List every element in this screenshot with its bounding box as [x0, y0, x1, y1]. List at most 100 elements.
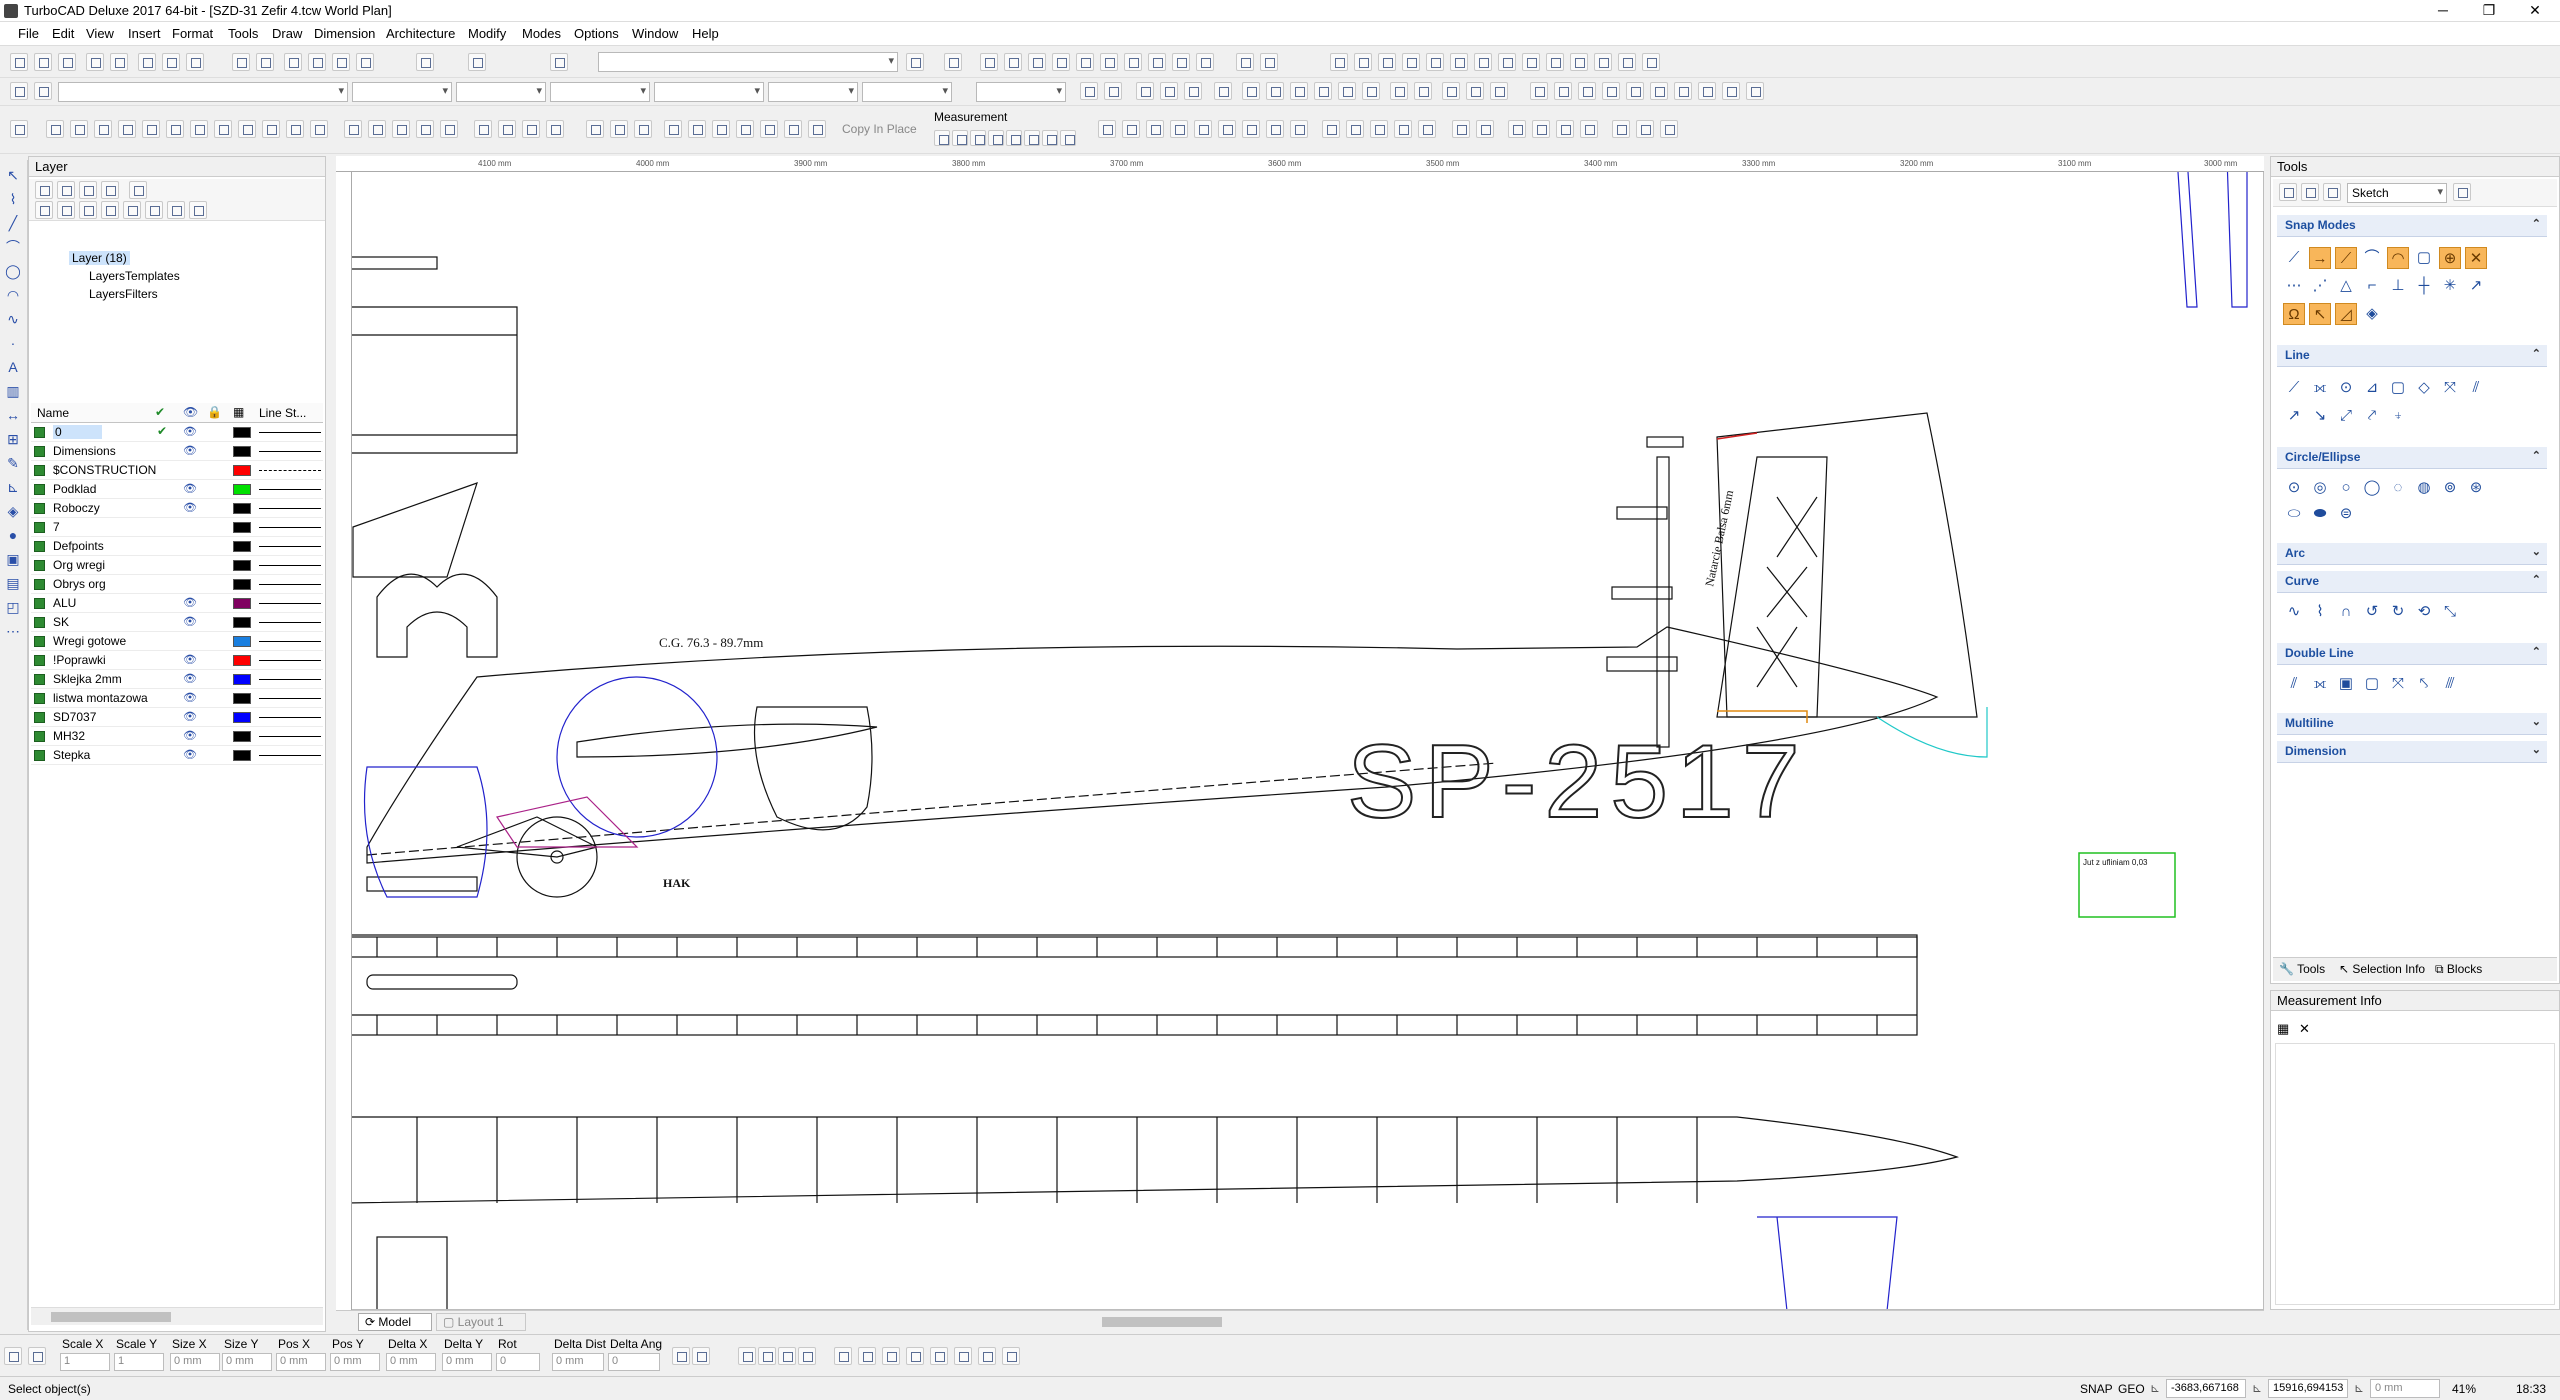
- measure-mass-icon[interactable]: [1042, 130, 1058, 146]
- layer-color-swatch[interactable]: [233, 655, 251, 666]
- layer-line-style[interactable]: [259, 736, 321, 737]
- tools-edit-icon[interactable]: [2301, 183, 2319, 201]
- visible-eye-icon[interactable]: 👁: [183, 710, 197, 723]
- snap-tangent-icon[interactable]: [1076, 53, 1094, 71]
- loft-icon[interactable]: [262, 120, 280, 138]
- circle-tan3-icon[interactable]: ⊚: [2439, 477, 2461, 499]
- ungroup-icon[interactable]: [1594, 53, 1612, 71]
- snap-quadrant-tool-icon[interactable]: ◠: [2387, 247, 2409, 269]
- snap-nearest-tool-icon[interactable]: ⋰: [2309, 275, 2331, 297]
- save-icon[interactable]: [58, 53, 76, 71]
- layer-color-set-icon[interactable]: [189, 201, 207, 219]
- layer-name[interactable]: $CONSTRUCTION: [53, 463, 156, 477]
- delta-x-field[interactable]: 0 mm: [386, 1353, 436, 1371]
- layer-color-swatch[interactable]: [233, 712, 251, 723]
- snap-free-icon[interactable]: [1196, 53, 1214, 71]
- pencil-icon[interactable]: [1390, 82, 1408, 100]
- insert-tool-icon[interactable]: ⊞: [4, 430, 22, 448]
- palette-tool-icon[interactable]: ▣: [4, 550, 22, 568]
- tree-layers-templates[interactable]: LayersTemplates: [89, 269, 180, 283]
- menu-tools[interactable]: Tools: [228, 26, 258, 41]
- new-layer-icon[interactable]: [35, 181, 53, 199]
- box-icon[interactable]: [46, 120, 64, 138]
- stack2-icon[interactable]: [1338, 82, 1356, 100]
- ellipse-rotated-icon[interactable]: ⬬: [2309, 503, 2331, 525]
- close-button[interactable]: ✕: [2512, 0, 2558, 22]
- line-multi-icon[interactable]: ⤤: [2361, 405, 2383, 427]
- layer-row[interactable]: ALU 👁: [31, 594, 323, 613]
- view-iso2-icon[interactable]: [1674, 82, 1692, 100]
- layer-color-swatch[interactable]: [233, 503, 251, 514]
- double-line-angle-icon[interactable]: ⤧: [2387, 673, 2409, 695]
- line-vert-icon[interactable]: ⍖: [2387, 405, 2409, 427]
- layer-line-style[interactable]: [259, 527, 321, 528]
- layer-name[interactable]: Defpoints: [53, 539, 104, 553]
- line-scale-combo[interactable]: [976, 82, 1066, 102]
- pos-y-field[interactable]: 0 mm: [330, 1353, 380, 1371]
- snap-star-tool-icon[interactable]: ✳: [2439, 275, 2461, 297]
- material-icon[interactable]: [474, 120, 492, 138]
- snap-center-tool-icon[interactable]: ⟋: [2335, 247, 2357, 269]
- layer-name[interactable]: SD7037: [53, 710, 96, 724]
- pattern-combo[interactable]: [768, 82, 858, 102]
- line-connected-icon[interactable]: ⟗: [2309, 377, 2331, 399]
- layer-name[interactable]: Roboczy: [53, 501, 100, 515]
- grid-array-icon[interactable]: [664, 120, 682, 138]
- ortho-icon[interactable]: [1160, 82, 1178, 100]
- scale-y-field[interactable]: 1: [114, 1353, 164, 1371]
- snap-middle-tool-icon[interactable]: →: [2309, 247, 2331, 269]
- layer-set-current-icon[interactable]: [79, 201, 97, 219]
- snap-arc-tool-icon[interactable]: ⌐: [2361, 275, 2383, 297]
- section-line[interactable]: Line ⌃: [2277, 345, 2547, 367]
- slash-icon[interactable]: [1242, 120, 1260, 138]
- view-top-icon[interactable]: [1530, 82, 1548, 100]
- delta-y-field[interactable]: 0 mm: [442, 1353, 492, 1371]
- arc2-icon[interactable]: [1346, 120, 1364, 138]
- double-line-icon[interactable]: ⫽: [2283, 673, 2305, 695]
- stack3-icon[interactable]: [1362, 82, 1380, 100]
- inspector-stretch-icon[interactable]: [978, 1347, 996, 1365]
- properties-icon[interactable]: [550, 53, 568, 71]
- layer-row[interactable]: $CONSTRUCTION: [31, 461, 323, 480]
- measure-radius-icon[interactable]: [1006, 130, 1022, 146]
- grid-array7-icon[interactable]: [808, 120, 826, 138]
- menu-view[interactable]: View: [86, 26, 114, 41]
- inspector-ortho-icon[interactable]: [738, 1347, 756, 1365]
- menu-format[interactable]: Format: [172, 26, 213, 41]
- curve-spline-icon[interactable]: ∿: [2283, 601, 2305, 623]
- circle-center-icon[interactable]: ⊙: [2283, 477, 2305, 499]
- circle-tool-icon[interactable]: ◯: [4, 262, 22, 280]
- view-bottom-icon[interactable]: [1746, 82, 1764, 100]
- inspector-rotate-icon[interactable]: [930, 1347, 948, 1365]
- drawing-svg[interactable]: SP-2517 C.G. 76.3 - 89.7mm HAK Natarcie …: [337, 157, 2264, 1310]
- snap-angle-tool-icon[interactable]: △: [2335, 275, 2357, 297]
- dimension-tool-icon[interactable]: ↔: [4, 406, 22, 424]
- sweep-icon[interactable]: [238, 120, 256, 138]
- surface-icon[interactable]: [344, 120, 362, 138]
- grid-array3-icon[interactable]: [712, 120, 730, 138]
- zoom-in-icon[interactable]: [284, 53, 302, 71]
- text-tool-icon[interactable]: A: [4, 358, 22, 376]
- view-iso-icon[interactable]: [1650, 82, 1668, 100]
- x-coordinate-field[interactable]: -3683,667168: [2166, 1379, 2246, 1398]
- section-double-line[interactable]: Double Line ⌃: [2277, 643, 2547, 665]
- layer-name[interactable]: Wregi gotowe: [53, 634, 126, 648]
- line-single-icon[interactable]: ⟋: [2283, 377, 2305, 399]
- camera-icon[interactable]: [522, 120, 540, 138]
- arc-icon[interactable]: [1322, 120, 1340, 138]
- light-icon[interactable]: [498, 120, 516, 138]
- tab-selection-info[interactable]: ↖ Selection Info: [2339, 962, 2425, 976]
- measure-volume-icon[interactable]: [1060, 130, 1076, 146]
- menu-help[interactable]: Help: [692, 26, 719, 41]
- scale-x-field[interactable]: 1: [60, 1353, 110, 1371]
- canvas-hscrollbar[interactable]: [532, 1313, 2252, 1331]
- visible-eye-icon[interactable]: 👁: [183, 653, 197, 666]
- col-name[interactable]: Name: [37, 406, 69, 420]
- snap-quadrant-icon[interactable]: [1124, 53, 1142, 71]
- layer-line-style[interactable]: [259, 489, 321, 490]
- zoom-window-icon[interactable]: [332, 53, 350, 71]
- snap-indicator[interactable]: SNAP: [2080, 1382, 2113, 1396]
- arc4-icon[interactable]: [1394, 120, 1412, 138]
- drawing-canvas[interactable]: SP-2517 C.G. 76.3 - 89.7mm HAK Natarcie …: [336, 156, 2264, 1310]
- section-snap-modes[interactable]: Snap Modes ⌃: [2277, 215, 2547, 237]
